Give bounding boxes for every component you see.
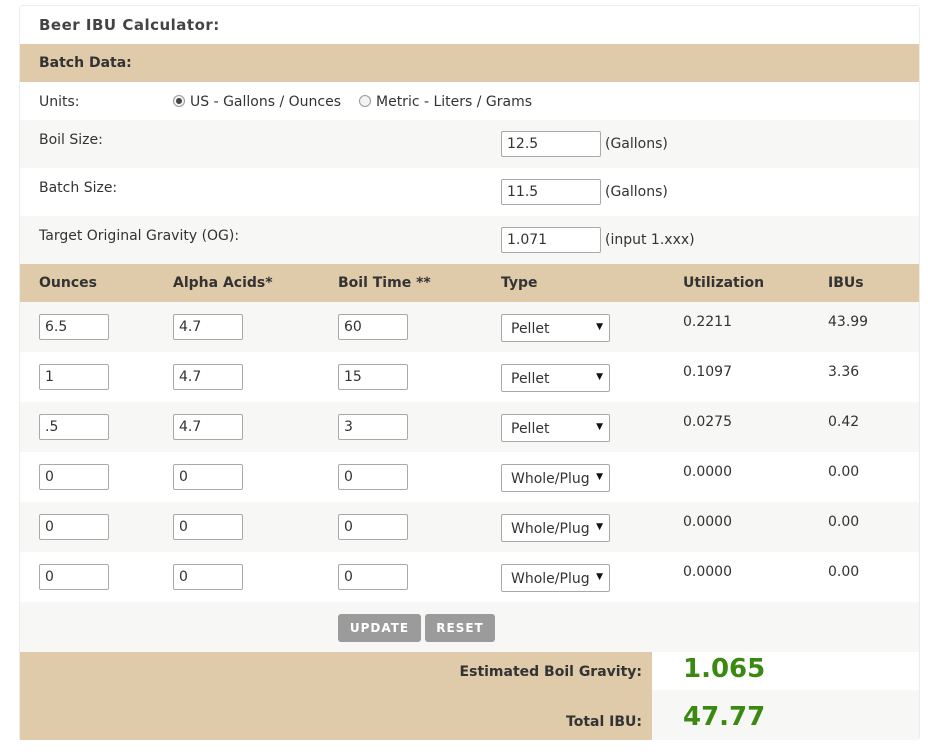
units-row: Units: US - Gallons / Ounces Metric - Li… bbox=[20, 82, 919, 120]
col-header-alpha-acids: Alpha Acids* bbox=[173, 275, 273, 291]
units-label: Units: bbox=[39, 94, 80, 110]
units-radio-metric[interactable] bbox=[359, 95, 371, 107]
hop-row: Pellet ▼ 0.1097 3.36 bbox=[20, 352, 919, 402]
batch-data-title: Batch Data: bbox=[39, 55, 132, 71]
og-hint: (input 1.xxx) bbox=[605, 232, 695, 248]
og-label: Target Original Gravity (OG): bbox=[39, 228, 240, 244]
hop-utilization: 0.1097 bbox=[683, 364, 732, 380]
hop-time-input[interactable] bbox=[338, 314, 408, 340]
hop-alpha-input[interactable] bbox=[173, 364, 243, 390]
hop-type-select[interactable]: Whole/Plug ▼ bbox=[501, 464, 610, 492]
hop-time-input[interactable] bbox=[338, 464, 408, 490]
hop-time-input[interactable] bbox=[338, 564, 408, 590]
hop-type-select[interactable]: Whole/Plug ▼ bbox=[501, 564, 610, 592]
hop-alpha-input[interactable] bbox=[173, 564, 243, 590]
chevron-down-icon: ▼ bbox=[596, 572, 603, 582]
hop-type-value: Whole/Plug bbox=[511, 471, 590, 487]
hop-ibu: 0.42 bbox=[828, 414, 860, 430]
hop-alpha-input[interactable] bbox=[173, 464, 243, 490]
chevron-down-icon: ▼ bbox=[596, 422, 603, 432]
hop-utilization: 0.0000 bbox=[683, 514, 732, 530]
boil-size-row: Boil Size: (Gallons) bbox=[20, 120, 919, 168]
hop-row: Whole/Plug ▼ 0.0000 0.00 bbox=[20, 502, 919, 552]
boil-gravity-label: Estimated Boil Gravity: bbox=[459, 664, 642, 680]
hop-utilization: 0.0000 bbox=[683, 464, 732, 480]
og-input[interactable] bbox=[501, 227, 601, 253]
col-header-ibus: IBUs bbox=[828, 275, 864, 291]
hop-alpha-input[interactable] bbox=[173, 514, 243, 540]
boil-size-unit: (Gallons) bbox=[605, 136, 668, 152]
hop-type-select[interactable]: Pellet ▼ bbox=[501, 414, 610, 442]
chevron-down-icon: ▼ bbox=[596, 322, 603, 332]
hop-ounces-input[interactable] bbox=[39, 564, 109, 590]
calculator-title: Beer IBU Calculator: bbox=[39, 16, 220, 34]
hop-type-select[interactable]: Pellet ▼ bbox=[501, 314, 610, 342]
boil-size-label: Boil Size: bbox=[39, 132, 103, 148]
units-option-us-label[interactable]: US - Gallons / Ounces bbox=[190, 94, 341, 110]
hop-ibu: 0.00 bbox=[828, 564, 860, 580]
boil-size-input[interactable] bbox=[501, 131, 601, 157]
hop-time-input[interactable] bbox=[338, 364, 408, 390]
col-header-ounces: Ounces bbox=[39, 275, 97, 291]
hop-ibu: 3.36 bbox=[828, 364, 860, 380]
batch-size-row: Batch Size: (Gallons) bbox=[20, 168, 919, 216]
hop-row: Whole/Plug ▼ 0.0000 0.00 bbox=[20, 452, 919, 502]
chevron-down-icon: ▼ bbox=[596, 372, 603, 382]
hop-type-value: Whole/Plug bbox=[511, 571, 590, 587]
hop-utilization: 0.2211 bbox=[683, 314, 732, 330]
total-ibu-label: Total IBU: bbox=[566, 714, 642, 730]
hop-type-value: Pellet bbox=[511, 321, 550, 337]
hop-type-select[interactable]: Whole/Plug ▼ bbox=[501, 514, 610, 542]
col-header-boil-time: Boil Time ** bbox=[338, 275, 431, 291]
col-header-type: Type bbox=[501, 275, 538, 291]
hop-row: Whole/Plug ▼ 0.0000 0.00 bbox=[20, 552, 919, 602]
hop-utilization: 0.0275 bbox=[683, 414, 732, 430]
hop-ibu: 0.00 bbox=[828, 514, 860, 530]
boil-gravity-value: 1.065 bbox=[683, 654, 766, 684]
batch-size-label: Batch Size: bbox=[39, 180, 118, 196]
total-ibu-value: 47.77 bbox=[683, 702, 766, 732]
col-header-utilization: Utilization bbox=[683, 275, 765, 291]
hop-type-value: Whole/Plug bbox=[511, 521, 590, 537]
hop-alpha-input[interactable] bbox=[173, 414, 243, 440]
hop-ibu: 43.99 bbox=[828, 314, 869, 330]
results-section: Estimated Boil Gravity: 1.065 Total IBU:… bbox=[20, 652, 919, 740]
units-radio-us[interactable] bbox=[173, 95, 185, 107]
hop-ounces-input[interactable] bbox=[39, 514, 109, 540]
hop-type-select[interactable]: Pellet ▼ bbox=[501, 364, 610, 392]
hop-row: Pellet ▼ 0.2211 43.99 bbox=[20, 302, 919, 352]
hop-ounces-input[interactable] bbox=[39, 364, 109, 390]
hop-ounces-input[interactable] bbox=[39, 314, 109, 340]
hop-utilization: 0.0000 bbox=[683, 564, 732, 580]
chevron-down-icon: ▼ bbox=[596, 472, 603, 482]
batch-size-unit: (Gallons) bbox=[605, 184, 668, 200]
hop-time-input[interactable] bbox=[338, 514, 408, 540]
batch-data-header: Batch Data: bbox=[20, 44, 919, 82]
og-row: Target Original Gravity (OG): (input 1.x… bbox=[20, 216, 919, 264]
hop-ounces-input[interactable] bbox=[39, 464, 109, 490]
ibu-calculator: Beer IBU Calculator: Batch Data: Units: … bbox=[19, 5, 920, 740]
hop-time-input[interactable] bbox=[338, 414, 408, 440]
update-button[interactable]: UPDATE bbox=[338, 614, 421, 642]
batch-size-input[interactable] bbox=[501, 179, 601, 205]
button-row: UPDATE RESET bbox=[20, 602, 919, 652]
chevron-down-icon: ▼ bbox=[596, 522, 603, 532]
calculator-title-row: Beer IBU Calculator: bbox=[20, 6, 919, 44]
units-option-metric-label[interactable]: Metric - Liters / Grams bbox=[376, 94, 532, 110]
hop-type-value: Pellet bbox=[511, 421, 550, 437]
hops-table-header: Ounces Alpha Acids* Boil Time ** Type Ut… bbox=[20, 264, 919, 302]
hop-row: Pellet ▼ 0.0275 0.42 bbox=[20, 402, 919, 452]
reset-button[interactable]: RESET bbox=[425, 614, 495, 642]
hop-type-value: Pellet bbox=[511, 371, 550, 387]
hop-ounces-input[interactable] bbox=[39, 414, 109, 440]
hop-alpha-input[interactable] bbox=[173, 314, 243, 340]
hop-ibu: 0.00 bbox=[828, 464, 860, 480]
